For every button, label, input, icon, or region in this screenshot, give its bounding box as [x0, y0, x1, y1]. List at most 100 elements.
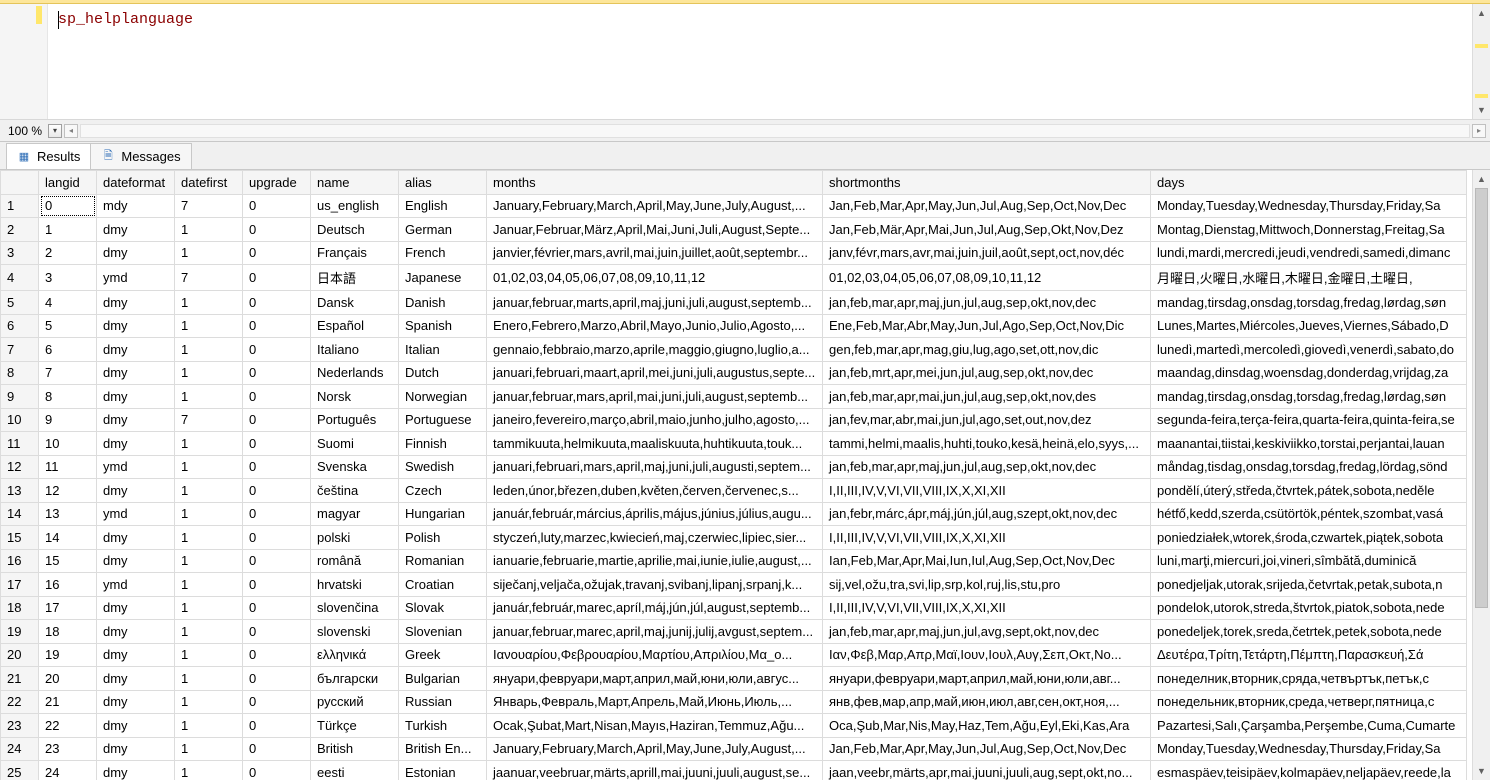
cell-alias[interactable]: Spanish — [399, 314, 487, 338]
cell-langid[interactable]: 0 — [39, 194, 97, 218]
cell-langid[interactable]: 7 — [39, 361, 97, 385]
cell-datefirst[interactable]: 1 — [175, 714, 243, 738]
cell-months[interactable]: Januar,Februar,März,April,Mai,Juni,Juli,… — [487, 218, 823, 242]
cell-datefirst[interactable]: 1 — [175, 620, 243, 644]
cell-months[interactable]: januar,februar,marec,april,maj,junij,jul… — [487, 620, 823, 644]
cell-langid[interactable]: 23 — [39, 737, 97, 761]
cell-shortmonths[interactable]: gen,feb,mar,apr,mag,giu,lug,ago,set,ott,… — [823, 338, 1151, 362]
table-row[interactable]: 1817dmy10slovenčinaSlovakjanuár,február,… — [1, 596, 1467, 620]
cell-upgrade[interactable]: 0 — [243, 761, 311, 780]
col-header-name[interactable]: name — [311, 171, 399, 195]
cell-datefirst[interactable]: 1 — [175, 573, 243, 597]
cell-dateformat[interactable]: dmy — [97, 596, 175, 620]
cell-shortmonths[interactable]: Ιαν,Φεβ,Μαρ,Απρ,Μαϊ,Ιουν,Ιουλ,Αυγ,Σεπ,Οκ… — [823, 643, 1151, 667]
cell-name[interactable]: 日本語 — [311, 265, 399, 291]
row-number[interactable]: 20 — [1, 643, 39, 667]
cell-upgrade[interactable]: 0 — [243, 502, 311, 526]
scrollbar-thumb[interactable] — [1475, 188, 1488, 608]
cell-dateformat[interactable]: dmy — [97, 479, 175, 503]
cell-days[interactable]: pondelok,utorok,streda,štvrtok,piatok,so… — [1151, 596, 1467, 620]
cell-months[interactable]: ianuarie,februarie,martie,aprilie,mai,iu… — [487, 549, 823, 573]
cell-name[interactable]: Svenska — [311, 455, 399, 479]
table-row[interactable]: 1312dmy10češtinaCzechleden,únor,březen,d… — [1, 479, 1467, 503]
table-row[interactable]: 1514dmy10polskiPolishstyczeń,luty,marzec… — [1, 526, 1467, 550]
cell-langid[interactable]: 8 — [39, 385, 97, 409]
cell-name[interactable]: Español — [311, 314, 399, 338]
cell-upgrade[interactable]: 0 — [243, 596, 311, 620]
cell-days[interactable]: понедельник,вторник,среда,четверг,пятниц… — [1151, 690, 1467, 714]
cell-dateformat[interactable]: dmy — [97, 667, 175, 691]
cell-dateformat[interactable]: dmy — [97, 761, 175, 780]
cell-days[interactable]: luni,marţi,miercuri,joi,vineri,sîmbătă,d… — [1151, 549, 1467, 573]
cell-langid[interactable]: 10 — [39, 432, 97, 456]
cell-days[interactable]: понеделник,вторник,сряда,четвъртък,петък… — [1151, 667, 1467, 691]
cell-name[interactable]: Français — [311, 241, 399, 265]
cell-datefirst[interactable]: 1 — [175, 291, 243, 315]
cell-days[interactable]: ponedeljek,torek,sreda,četrtek,petek,sob… — [1151, 620, 1467, 644]
cell-alias[interactable]: Japanese — [399, 265, 487, 291]
cell-langid[interactable]: 5 — [39, 314, 97, 338]
cell-datefirst[interactable]: 1 — [175, 737, 243, 761]
row-number[interactable]: 3 — [1, 241, 39, 265]
cell-dateformat[interactable]: ymd — [97, 573, 175, 597]
col-header-upgrade[interactable]: upgrade — [243, 171, 311, 195]
cell-dateformat[interactable]: mdy — [97, 194, 175, 218]
cell-alias[interactable]: English — [399, 194, 487, 218]
cell-shortmonths[interactable]: tammi,helmi,maalis,huhti,touko,kesä,hein… — [823, 432, 1151, 456]
cell-shortmonths[interactable]: jan,feb,mar,apr,maj,jun,jul,aug,sep,okt,… — [823, 455, 1151, 479]
cell-langid[interactable]: 6 — [39, 338, 97, 362]
table-row[interactable]: 10mdy70us_englishEnglishJanuary,February… — [1, 194, 1467, 218]
row-number[interactable]: 18 — [1, 596, 39, 620]
cell-langid[interactable]: 19 — [39, 643, 97, 667]
cell-months[interactable]: gennaio,febbraio,marzo,aprile,maggio,giu… — [487, 338, 823, 362]
cell-alias[interactable]: Romanian — [399, 549, 487, 573]
row-number[interactable]: 25 — [1, 761, 39, 780]
table-row[interactable]: 21dmy10DeutschGermanJanuar,Februar,März,… — [1, 218, 1467, 242]
cell-upgrade[interactable]: 0 — [243, 479, 311, 503]
cell-shortmonths[interactable]: янв,фев,мар,апр,май,июн,июл,авг,сен,окт,… — [823, 690, 1151, 714]
cell-langid[interactable]: 13 — [39, 502, 97, 526]
cell-shortmonths[interactable]: 01,02,03,04,05,06,07,08,09,10,11,12 — [823, 265, 1151, 291]
cell-months[interactable]: January,February,March,April,May,June,Ju… — [487, 194, 823, 218]
col-header-months[interactable]: months — [487, 171, 823, 195]
cell-name[interactable]: slovenski — [311, 620, 399, 644]
cell-upgrade[interactable]: 0 — [243, 291, 311, 315]
cell-dateformat[interactable]: dmy — [97, 714, 175, 738]
cell-name[interactable]: Português — [311, 408, 399, 432]
row-number[interactable]: 10 — [1, 408, 39, 432]
cell-name[interactable]: ελληνικά — [311, 643, 399, 667]
cell-upgrade[interactable]: 0 — [243, 549, 311, 573]
col-header-shortmonths[interactable]: shortmonths — [823, 171, 1151, 195]
cell-shortmonths[interactable]: jan,febr,márc,ápr,máj,jún,júl,aug,szept,… — [823, 502, 1151, 526]
row-number[interactable]: 19 — [1, 620, 39, 644]
cell-datefirst[interactable]: 1 — [175, 479, 243, 503]
cell-upgrade[interactable]: 0 — [243, 620, 311, 644]
cell-alias[interactable]: Swedish — [399, 455, 487, 479]
row-number[interactable]: 13 — [1, 479, 39, 503]
cell-alias[interactable]: Estonian — [399, 761, 487, 780]
cell-days[interactable]: Δευτέρα,Τρίτη,Τετάρτη,Πέμπτη,Παρασκευή,Σ… — [1151, 643, 1467, 667]
scroll-up-icon[interactable]: ▲ — [1473, 4, 1490, 22]
cell-months[interactable]: januar,februar,marts,april,maj,juni,juli… — [487, 291, 823, 315]
cell-alias[interactable]: Czech — [399, 479, 487, 503]
cell-datefirst[interactable]: 1 — [175, 596, 243, 620]
cell-months[interactable]: Ιανουαρίου,Φεβρουαρίου,Μαρτίου,Απριλίου,… — [487, 643, 823, 667]
cell-alias[interactable]: British En... — [399, 737, 487, 761]
cell-datefirst[interactable]: 1 — [175, 549, 243, 573]
cell-upgrade[interactable]: 0 — [243, 714, 311, 738]
row-number[interactable]: 8 — [1, 361, 39, 385]
cell-months[interactable]: január,február,március,április,május,jún… — [487, 502, 823, 526]
cell-months[interactable]: Enero,Febrero,Marzo,Abril,Mayo,Junio,Jul… — [487, 314, 823, 338]
cell-months[interactable]: januari,februari,maart,april,mei,juni,ju… — [487, 361, 823, 385]
cell-days[interactable]: esmaspäev,teisipäev,kolmapäev,neljapäev,… — [1151, 761, 1467, 780]
cell-months[interactable]: leden,únor,březen,duben,květen,červen,če… — [487, 479, 823, 503]
cell-months[interactable]: januari,februari,mars,april,maj,juni,jul… — [487, 455, 823, 479]
cell-days[interactable]: poniedziałek,wtorek,środa,czwartek,piąte… — [1151, 526, 1467, 550]
cell-dateformat[interactable]: dmy — [97, 291, 175, 315]
cell-name[interactable]: us_english — [311, 194, 399, 218]
table-row[interactable]: 2322dmy10TürkçeTurkishOcak,Şubat,Mart,Ni… — [1, 714, 1467, 738]
cell-days[interactable]: mandag,tirsdag,onsdag,torsdag,fredag,lør… — [1151, 385, 1467, 409]
cell-shortmonths[interactable]: janv,févr,mars,avr,mai,juin,juil,août,se… — [823, 241, 1151, 265]
cell-shortmonths[interactable]: sij,vel,ožu,tra,svi,lip,srp,kol,ruj,lis,… — [823, 573, 1151, 597]
table-row[interactable]: 87dmy10NederlandsDutchjanuari,februari,m… — [1, 361, 1467, 385]
